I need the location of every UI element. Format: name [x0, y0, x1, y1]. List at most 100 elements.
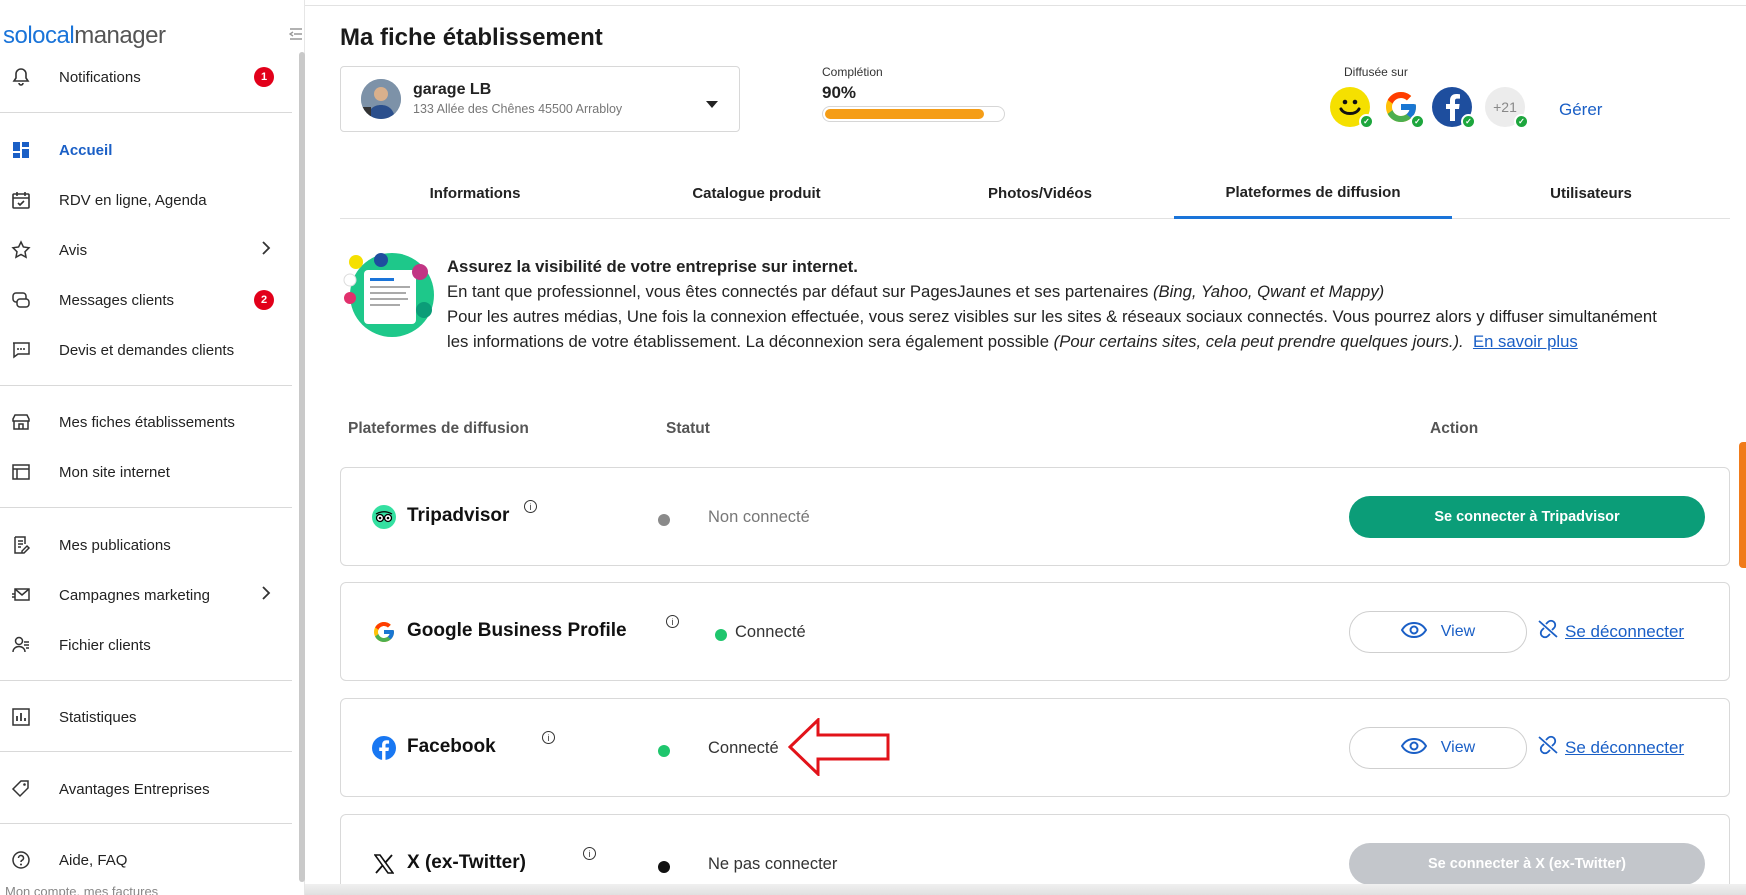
sidebar-footer-account[interactable]: Mon compte, mes factures [5, 884, 158, 895]
tab-bar: Informations Catalogue produit Photos/Vi… [340, 168, 1730, 219]
status-dot [658, 861, 670, 873]
business-avatar [361, 79, 401, 119]
check-icon: ✓ [1514, 114, 1529, 129]
sidebar-item-statistiques[interactable]: Statistiques [0, 697, 292, 737]
connect-x-button[interactable]: Se connecter à X (ex-Twitter) [1349, 843, 1705, 885]
unlink-icon [1537, 735, 1559, 760]
platform-row-tripadvisor: Tripadvisor i Non connecté Se connecter … [340, 467, 1730, 566]
check-icon: ✓ [1461, 114, 1476, 129]
status-text: Non connecté [708, 508, 810, 526]
check-icon: ✓ [1410, 114, 1425, 129]
solocal-logo[interactable]: solocalmanager [3, 22, 166, 50]
dashboard-icon [10, 139, 32, 161]
platform-row-facebook: Facebook i Connecté View Se déconnecter [340, 698, 1730, 797]
bell-icon [10, 66, 32, 88]
platform-name: Google Business Profile [407, 620, 627, 641]
page-title: Ma fiche établissement [340, 24, 603, 51]
unlink-icon [1537, 619, 1559, 644]
status-text: Ne pas connecter [708, 855, 838, 873]
sidebar-item-fiches[interactable]: Mes fiches établissements [0, 402, 292, 442]
connect-tripadvisor-button[interactable]: Se connecter à Tripadvisor [1349, 496, 1705, 538]
business-name: garage LB [413, 81, 492, 98]
calendar-icon [10, 189, 32, 211]
tab-catalogue[interactable]: Catalogue produit [615, 168, 898, 218]
tab-photos-videos[interactable]: Photos/Vidéos [900, 168, 1180, 218]
platform-row-google: Google Business Profile i Connecté View … [340, 582, 1730, 681]
collapse-sidebar-icon[interactable] [288, 27, 303, 43]
platform-row-x: X (ex-Twitter) i Ne pas connecter Se con… [340, 814, 1730, 895]
edit-document-icon [10, 534, 32, 556]
sidebar-item-publications[interactable]: Mes publications [0, 525, 292, 565]
google-icon[interactable]: ✓ [1381, 87, 1425, 129]
feedback-tab[interactable] [1739, 442, 1746, 568]
platform-name: Facebook [407, 736, 496, 757]
status-text: Connecté [735, 623, 806, 641]
completion-percent: 90% [822, 83, 857, 102]
column-header-platforms: Plateformes de diffusion [348, 420, 529, 437]
sidebar-item-notifications[interactable]: Notifications 1 [0, 57, 292, 97]
platform-name: Tripadvisor [407, 505, 510, 526]
x-twitter-icon [372, 852, 396, 876]
status-dot [715, 629, 727, 641]
help-icon [10, 849, 32, 871]
info-icon[interactable]: i [583, 847, 596, 860]
notification-badge: 1 [254, 67, 274, 87]
more-platforms-badge[interactable]: +21 ✓ [1485, 87, 1529, 129]
chart-icon [10, 706, 32, 728]
sidebar-item-accueil[interactable]: Accueil [0, 130, 292, 170]
sidebar-item-site[interactable]: Mon site internet [0, 452, 292, 492]
column-header-action: Action [1430, 420, 1479, 437]
view-facebook-button[interactable]: View [1349, 727, 1527, 769]
sidebar-item-avis[interactable]: Avis [0, 230, 292, 270]
main-content: Ma fiche établissement garage LB 133 All… [305, 0, 1746, 895]
view-google-button[interactable]: View [1349, 611, 1527, 653]
learn-more-link[interactable]: En savoir plus [1473, 332, 1578, 351]
info-icon[interactable]: i [542, 731, 555, 744]
chevron-right-icon [261, 240, 271, 260]
star-icon [10, 239, 32, 261]
pagesjaunes-icon[interactable]: ✓ [1330, 87, 1374, 129]
chevron-down-icon[interactable] [706, 96, 718, 114]
website-icon [10, 461, 32, 483]
sidebar-item-avantages[interactable]: Avantages Entreprises [0, 769, 292, 809]
tripadvisor-icon [372, 505, 396, 529]
tab-informations[interactable]: Informations [340, 168, 610, 218]
status-dot [658, 514, 670, 526]
facebook-icon [372, 736, 396, 760]
visibility-description: Assurez la visibilité de votre entrepris… [447, 254, 1677, 354]
disconnect-facebook-link[interactable]: Se déconnecter [1537, 735, 1684, 760]
sidebar-item-aide[interactable]: Aide, FAQ [0, 840, 292, 880]
business-selector[interactable]: garage LB 133 Allée des Chênes 45500 Arr… [340, 66, 740, 132]
completion-widget: Complétion 90% [822, 65, 1012, 122]
store-icon [10, 411, 32, 433]
eye-icon [1400, 621, 1427, 643]
google-icon [372, 620, 396, 644]
platform-name: X (ex-Twitter) [407, 852, 526, 873]
chat-icon [10, 339, 32, 361]
manage-link[interactable]: Gérer [1559, 100, 1602, 120]
tag-icon [10, 778, 32, 800]
sidebar: solocalmanager Notifications 1 Accueil R… [0, 0, 305, 895]
sidebar-item-fichier-clients[interactable]: Fichier clients [0, 625, 292, 665]
tab-plateformes[interactable]: Plateformes de diffusion [1174, 168, 1452, 219]
sidebar-item-messages[interactable]: Messages clients 2 [0, 280, 292, 320]
check-icon: ✓ [1359, 114, 1374, 129]
disconnect-google-link[interactable]: Se déconnecter [1537, 619, 1684, 644]
status-text: Connecté [708, 739, 779, 757]
mail-send-icon [10, 584, 32, 606]
sidebar-item-rdv[interactable]: RDV en ligne, Agenda [0, 180, 292, 220]
visibility-illustration [340, 250, 440, 340]
info-icon[interactable]: i [666, 615, 679, 628]
diffused-on-label: Diffusée sur [1344, 65, 1408, 79]
facebook-icon[interactable]: ✓ [1432, 87, 1476, 129]
visibility-headline: Assurez la visibilité de votre entrepris… [447, 257, 858, 276]
tab-utilisateurs[interactable]: Utilisateurs [1452, 168, 1730, 218]
completion-progress-bar [822, 106, 1005, 122]
sidebar-item-devis[interactable]: Devis et demandes clients [0, 330, 292, 370]
info-icon[interactable]: i [524, 500, 537, 513]
status-dot [658, 745, 670, 757]
column-header-status: Statut [666, 420, 710, 437]
users-icon [10, 634, 32, 656]
business-address: 133 Allée des Chênes 45500 Arrabloy [413, 102, 623, 116]
sidebar-item-campagnes[interactable]: Campagnes marketing [0, 575, 292, 615]
